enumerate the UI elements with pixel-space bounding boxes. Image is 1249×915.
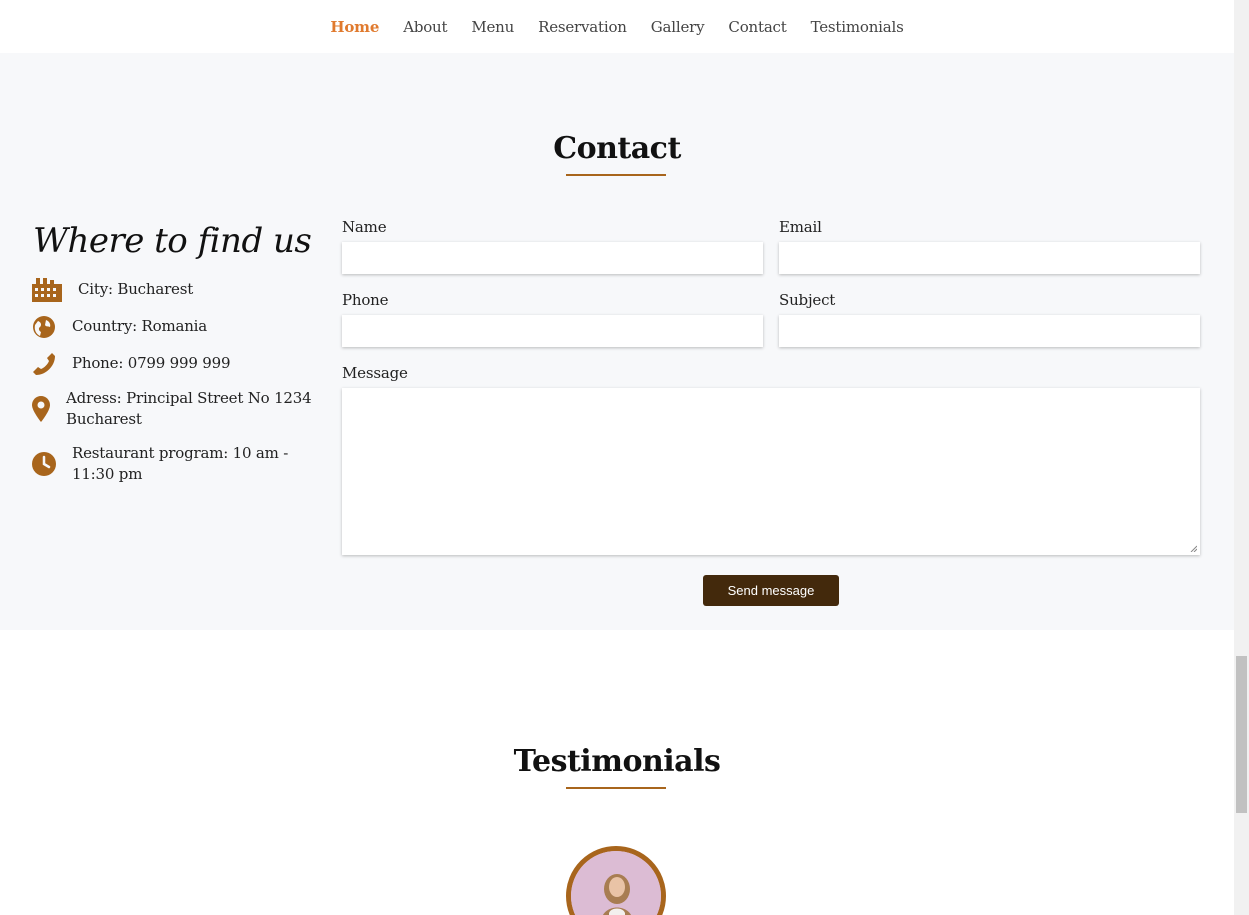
nav-reservation[interactable]: Reservation [538,18,627,36]
person-photo-icon [571,851,661,915]
globe-icon [32,314,72,340]
info-address-text: Adress: Principal Street No 1234 Buchare… [66,389,312,428]
info-country-text: Country: Romania [72,317,208,335]
phone-icon [32,351,72,377]
name-input[interactable] [342,242,763,274]
nav-contact[interactable]: Contact [728,18,786,36]
email-label: Email [779,218,822,236]
subject-label: Subject [779,291,836,309]
page-scrollbar[interactable] [1234,0,1249,915]
contact-title-underline [566,174,666,176]
contact-section: Contact Where to find us City: Bucharest… [0,53,1234,630]
top-navbar: Home About Menu Reservation Gallery Cont… [0,0,1234,53]
name-label: Name [342,218,387,236]
info-city-text: City: Bucharest [78,280,194,298]
email-input[interactable] [779,242,1200,274]
testimonials-title-underline [566,787,666,789]
page: Home About Menu Reservation Gallery Cont… [0,0,1234,915]
info-phone: Phone: 0799 999 999 [32,351,231,377]
contact-title: Contact [553,131,681,166]
info-program: Restaurant program: 10 am - 11:30 pm [32,443,322,485]
testimonials-title: Testimonials [513,744,721,779]
clock-icon [32,443,72,485]
nav-testimonials[interactable]: Testimonials [811,18,904,36]
scrollbar-thumb[interactable] [1236,656,1247,813]
resize-grip-icon[interactable] [1189,544,1197,552]
subject-input[interactable] [779,315,1200,347]
info-city: City: Bucharest [32,277,193,303]
phone-input[interactable] [342,315,763,347]
testimonial-avatar [566,846,666,915]
message-label: Message [342,364,408,382]
testimonials-section: Testimonials [0,630,1234,915]
phone-label: Phone [342,291,389,309]
info-address: Adress: Principal Street No 1234 Buchare… [32,388,316,430]
nav-about[interactable]: About [403,18,447,36]
where-to-find-us-heading: Where to find us [33,221,312,261]
send-message-button[interactable]: Send message [703,575,839,606]
map-pin-icon [32,388,66,430]
message-textarea[interactable] [342,388,1200,555]
nav-menu[interactable]: Menu [471,18,514,36]
info-country: Country: Romania [32,314,207,340]
building-icon [32,277,78,303]
info-phone-text: Phone: 0799 999 999 [72,354,231,372]
nav-gallery[interactable]: Gallery [651,18,705,36]
nav-home[interactable]: Home [330,18,379,36]
info-program-text: Restaurant program: 10 am - 11:30 pm [72,444,289,483]
